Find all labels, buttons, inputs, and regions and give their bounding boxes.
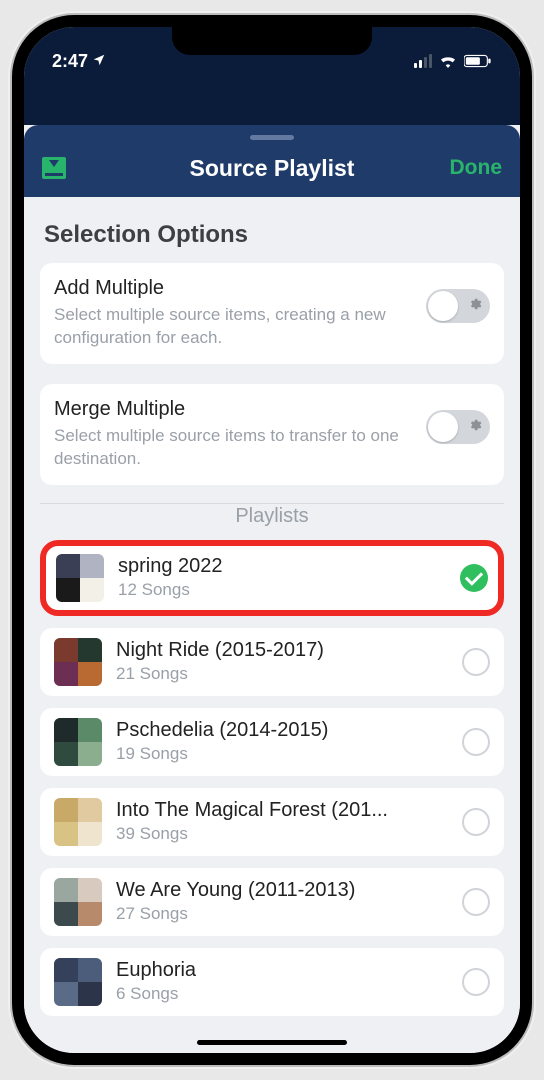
option-text: Merge Multiple Select multiple source it… bbox=[54, 398, 426, 471]
radio-unchecked[interactable] bbox=[462, 648, 490, 676]
phone-screen: 2:47 bbox=[24, 27, 520, 1053]
sheet: Source Playlist Done Selection Options A… bbox=[24, 125, 520, 1053]
playlist-title: Night Ride (2015-2017) bbox=[116, 639, 462, 662]
playlist-subtitle: 12 Songs bbox=[118, 580, 460, 600]
option-title: Add Multiple bbox=[54, 277, 416, 300]
playlist-text: We Are Young (2011-2013) 27 Songs bbox=[116, 879, 462, 924]
sheet-content: Selection Options Add Multiple Select mu… bbox=[24, 197, 520, 1053]
done-button[interactable]: Done bbox=[450, 156, 503, 180]
radio-unchecked[interactable] bbox=[462, 888, 490, 916]
playlist-artwork bbox=[56, 554, 104, 602]
playlist-row[interactable]: Night Ride (2015-2017) 21 Songs bbox=[40, 628, 504, 696]
option-subtitle: Select multiple source items, creating a… bbox=[54, 304, 416, 350]
option-text: Add Multiple Select multiple source item… bbox=[54, 277, 426, 350]
home-indicator[interactable] bbox=[197, 1040, 347, 1045]
toggle-switch[interactable] bbox=[426, 410, 490, 444]
radio-unchecked[interactable] bbox=[462, 808, 490, 836]
download-icon[interactable] bbox=[42, 157, 66, 179]
option-subtitle: Select multiple source items to transfer… bbox=[54, 425, 416, 471]
toggle-knob bbox=[428, 412, 458, 442]
option-card: Merge Multiple Select multiple source it… bbox=[40, 384, 504, 485]
playlist-subtitle: 27 Songs bbox=[116, 904, 462, 924]
playlist-row[interactable]: Into The Magical Forest (201... 39 Songs bbox=[40, 788, 504, 856]
playlist-artwork bbox=[54, 878, 102, 926]
gear-icon bbox=[468, 297, 482, 315]
status-time: 2:47 bbox=[52, 51, 88, 72]
playlist-title: spring 2022 bbox=[118, 555, 460, 578]
playlist-artwork bbox=[54, 638, 102, 686]
playlist-text: spring 2022 12 Songs bbox=[118, 555, 460, 600]
radio-unchecked[interactable] bbox=[462, 728, 490, 756]
option-title: Merge Multiple bbox=[54, 398, 416, 421]
playlist-text: Night Ride (2015-2017) 21 Songs bbox=[116, 639, 462, 684]
status-right bbox=[414, 54, 492, 68]
playlist-title: Into The Magical Forest (201... bbox=[116, 799, 462, 822]
playlist-text: Pschedelia (2014-2015) 19 Songs bbox=[116, 719, 462, 764]
radio-unchecked[interactable] bbox=[462, 968, 490, 996]
playlist-text: Euphoria 6 Songs bbox=[116, 959, 462, 1004]
section-title: Selection Options bbox=[44, 221, 500, 249]
playlist-artwork bbox=[54, 718, 102, 766]
battery-icon bbox=[464, 54, 492, 68]
playlist-title: Euphoria bbox=[116, 959, 462, 982]
status-left: 2:47 bbox=[52, 51, 106, 72]
playlist-row[interactable]: Pschedelia (2014-2015) 19 Songs bbox=[40, 708, 504, 776]
playlist-row[interactable]: Euphoria 6 Songs bbox=[40, 948, 504, 1016]
sheet-header: Source Playlist Done bbox=[24, 125, 520, 197]
toggle-knob bbox=[428, 291, 458, 321]
option-card: Add Multiple Select multiple source item… bbox=[40, 263, 504, 364]
location-icon bbox=[92, 51, 106, 72]
playlist-subtitle: 39 Songs bbox=[116, 824, 462, 844]
sheet-grabber[interactable] bbox=[250, 135, 294, 140]
toggle-switch[interactable] bbox=[426, 289, 490, 323]
checkmark-icon[interactable] bbox=[460, 564, 488, 592]
playlist-subtitle: 6 Songs bbox=[116, 984, 462, 1004]
playlist-title: We Are Young (2011-2013) bbox=[116, 879, 462, 902]
cellular-icon bbox=[414, 54, 432, 68]
nav-background bbox=[24, 83, 520, 125]
playlist-text: Into The Magical Forest (201... 39 Songs bbox=[116, 799, 462, 844]
playlists-divider: Playlists bbox=[40, 505, 504, 528]
playlist-row[interactable]: spring 2022 12 Songs bbox=[40, 540, 504, 616]
notch bbox=[172, 27, 372, 55]
playlist-subtitle: 21 Songs bbox=[116, 664, 462, 684]
gear-icon bbox=[468, 418, 482, 436]
playlist-artwork bbox=[54, 958, 102, 1006]
playlist-subtitle: 19 Songs bbox=[116, 744, 462, 764]
playlist-title: Pschedelia (2014-2015) bbox=[116, 719, 462, 742]
sheet-title: Source Playlist bbox=[190, 155, 355, 182]
wifi-icon bbox=[438, 54, 458, 68]
playlist-artwork bbox=[54, 798, 102, 846]
playlist-row[interactable]: We Are Young (2011-2013) 27 Songs bbox=[40, 868, 504, 936]
phone-frame: 2:47 bbox=[12, 15, 532, 1065]
